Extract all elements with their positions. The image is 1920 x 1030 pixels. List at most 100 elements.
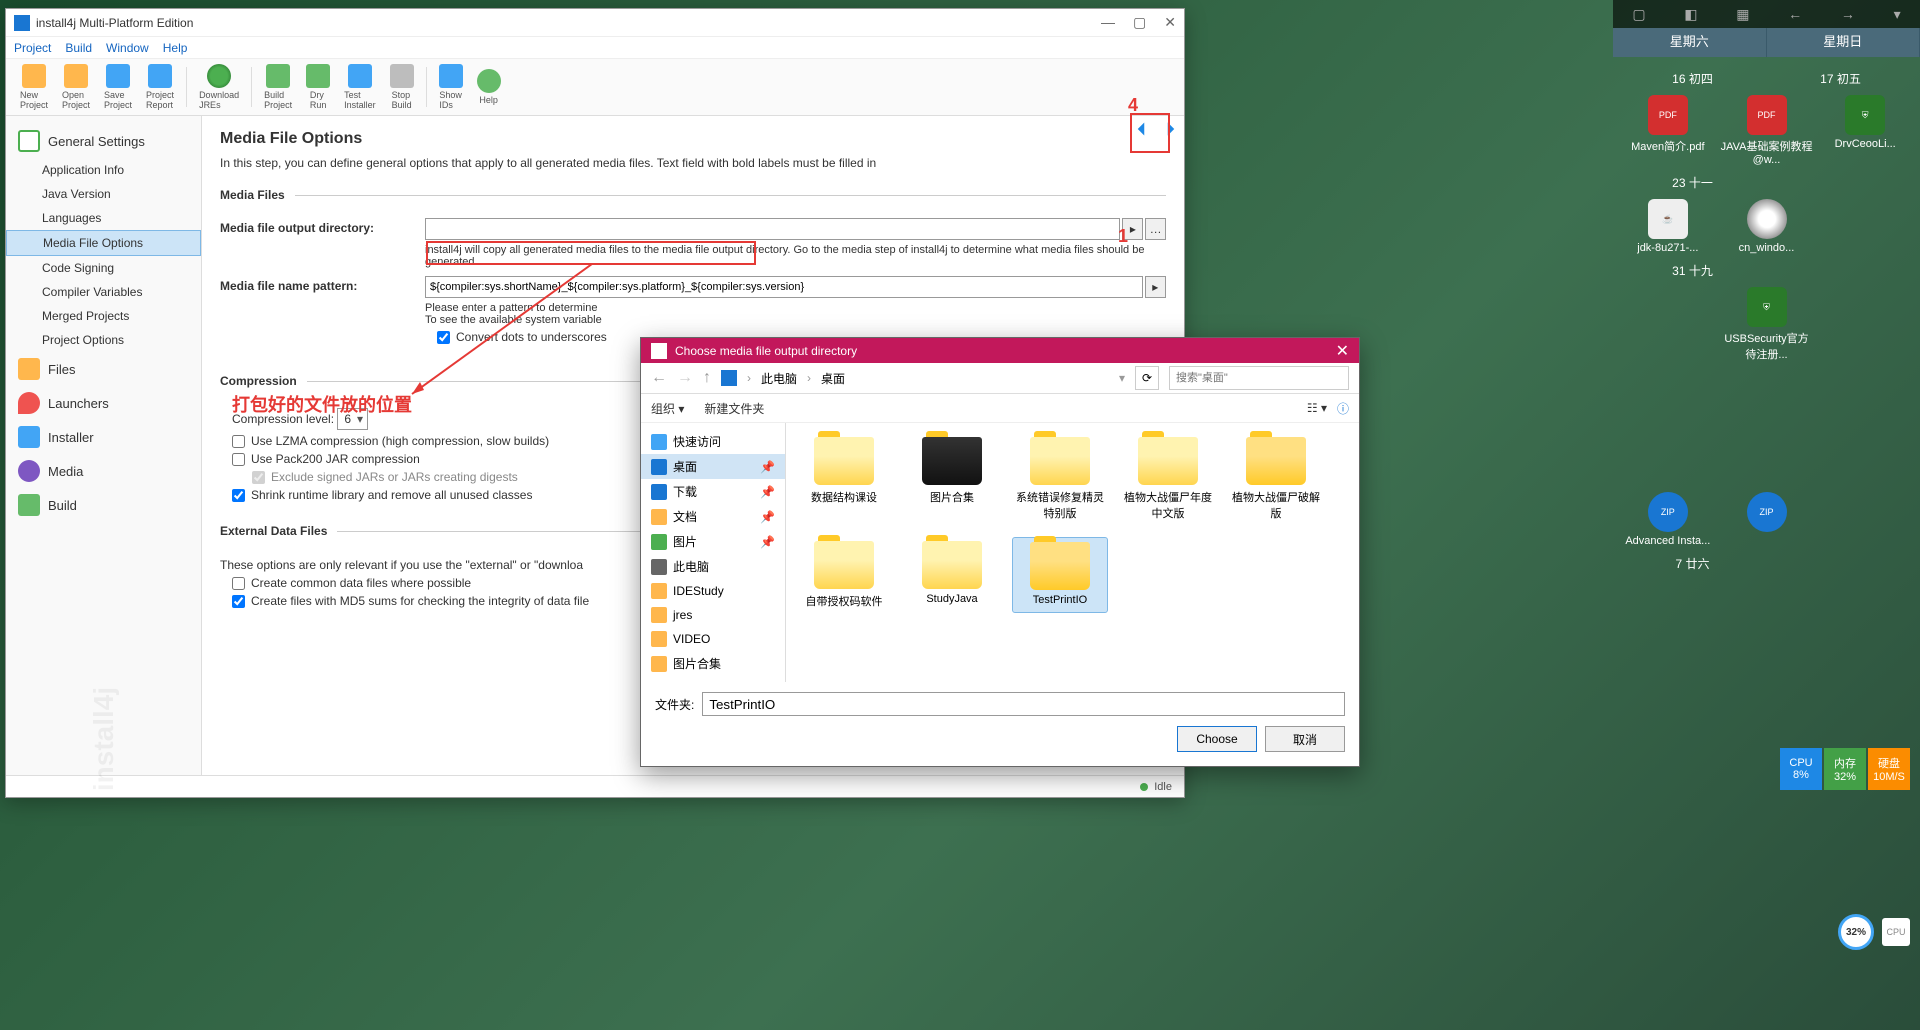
- tb-help[interactable]: Help: [471, 67, 507, 107]
- folder-item-selected[interactable]: TestPrintIO: [1012, 537, 1108, 613]
- chk-pack200[interactable]: [232, 453, 245, 466]
- maximize-button[interactable]: ▢: [1133, 14, 1146, 31]
- chk-shrink[interactable]: [232, 489, 245, 502]
- refresh-button[interactable]: ⟳: [1135, 366, 1159, 390]
- sb-jres[interactable]: jres: [641, 603, 785, 627]
- sidebar-item-languages[interactable]: Languages: [6, 206, 201, 230]
- taskbar-tray: ▢ ◧ ▦ ← → ▾: [1613, 0, 1920, 28]
- calendar-date: [1769, 171, 1912, 194]
- sidebar-section-launchers[interactable]: Launchers: [6, 386, 201, 420]
- sidebar-item-project-options[interactable]: Project Options: [6, 328, 201, 352]
- sidebar-section-build[interactable]: Build: [6, 488, 201, 522]
- sidebar-item-application-info[interactable]: Application Info: [6, 158, 201, 182]
- variables-button[interactable]: ▸: [1122, 218, 1143, 240]
- tb-download-jres[interactable]: Download JREs: [193, 62, 245, 112]
- view-options-button[interactable]: ☷ ▾: [1307, 401, 1327, 415]
- tray-icon[interactable]: ▢: [1632, 6, 1645, 23]
- page-title: Media File Options: [220, 130, 1166, 148]
- folder-item[interactable]: StudyJava: [904, 537, 1000, 613]
- desktop-icon-usbsecurity[interactable]: ⛨USBSecurity官方待注册...: [1720, 287, 1814, 362]
- tray-back-icon[interactable]: ←: [1788, 6, 1802, 22]
- input-output-dir[interactable]: [425, 218, 1120, 240]
- menu-project[interactable]: Project: [14, 41, 51, 55]
- next-step-button[interactable]: [1158, 116, 1184, 142]
- sidebar-item-merged-projects[interactable]: Merged Projects: [6, 304, 201, 328]
- search-input[interactable]: [1169, 366, 1349, 390]
- choose-button[interactable]: Choose: [1177, 726, 1257, 752]
- sb-images[interactable]: 图片合集: [641, 651, 785, 676]
- folder-name-input[interactable]: [702, 692, 1345, 716]
- menu-build[interactable]: Build: [65, 41, 92, 55]
- tb-stop-build[interactable]: Stop Build: [384, 62, 420, 112]
- desktop-icon-java-pdf[interactable]: PDFJAVA基础案例教程@w...: [1720, 95, 1814, 166]
- tb-test-installer[interactable]: Test Installer: [338, 62, 382, 112]
- help-button[interactable]: ⓘ: [1337, 400, 1349, 417]
- prev-step-button[interactable]: [1128, 116, 1154, 142]
- sb-thispc[interactable]: 此电脑: [641, 554, 785, 579]
- minimize-button[interactable]: —: [1101, 14, 1115, 31]
- tb-open-project[interactable]: Open Project: [56, 62, 96, 112]
- tb-project-report[interactable]: Project Report: [140, 62, 180, 112]
- chk-md5[interactable]: [232, 595, 245, 608]
- desktop-icon-drvceoo[interactable]: ⛨DrvCeooLi...: [1818, 95, 1912, 166]
- new-folder-button[interactable]: 新建文件夹: [704, 400, 764, 417]
- sidebar-section-installer[interactable]: Installer: [6, 420, 201, 454]
- desktop-icon-zip1[interactable]: ZIPAdvanced Insta...: [1621, 492, 1715, 547]
- nav-back-button[interactable]: ←: [651, 369, 667, 387]
- sb-desktop[interactable]: 桌面📌: [641, 454, 785, 479]
- sb-video[interactable]: VIDEO: [641, 627, 785, 651]
- folder-item[interactable]: 植物大战僵尸年度中文版: [1120, 433, 1216, 525]
- tb-show-ids[interactable]: Show IDs: [433, 62, 469, 112]
- sb-downloads[interactable]: 下载📌: [641, 479, 785, 504]
- menu-window[interactable]: Window: [106, 41, 149, 55]
- status-text: Idle: [1154, 781, 1172, 793]
- desktop-icon-zip2[interactable]: ZIP: [1720, 492, 1814, 547]
- sb-idestudy[interactable]: IDEStudy: [641, 579, 785, 603]
- folder-item[interactable]: 自带授权码软件: [796, 537, 892, 613]
- nav-up-button[interactable]: ↑: [703, 369, 711, 387]
- folder-item[interactable]: 系统错误修复精灵特别版: [1012, 433, 1108, 525]
- quick-access[interactable]: 快速访问: [641, 429, 785, 454]
- desktop-icon-jdk[interactable]: ☕jdk-8u271-...: [1621, 199, 1715, 254]
- organize-menu[interactable]: 组织 ▾: [651, 400, 684, 417]
- tray-icon[interactable]: ◧: [1684, 6, 1697, 23]
- compression-level-select[interactable]: 6: [337, 408, 368, 430]
- dialog-close-button[interactable]: ✕: [1336, 341, 1349, 361]
- menu-help[interactable]: Help: [163, 41, 188, 55]
- sb-documents[interactable]: 文档📌: [641, 504, 785, 529]
- tb-new-project[interactable]: New Project: [14, 62, 54, 112]
- browse-output-dir-button[interactable]: …: [1145, 218, 1166, 240]
- tray-icon[interactable]: ▾: [1894, 6, 1901, 23]
- sidebar-section-media[interactable]: Media: [6, 454, 201, 488]
- folder-item[interactable]: 数据结构课设: [796, 433, 892, 525]
- label-output-dir: Media file output directory:: [220, 218, 425, 235]
- sidebar-section-files[interactable]: Files: [6, 352, 201, 386]
- variables-button-2[interactable]: ▸: [1145, 276, 1166, 298]
- cancel-button[interactable]: 取消: [1265, 726, 1345, 752]
- sidebar-item-compiler-variables[interactable]: Compiler Variables: [6, 280, 201, 304]
- tray-icon[interactable]: ▦: [1736, 6, 1749, 23]
- breadcrumb-desktop[interactable]: 桌面: [821, 370, 845, 387]
- close-button[interactable]: ✕: [1164, 14, 1176, 31]
- chk-convert-dots[interactable]: [437, 331, 450, 344]
- window-title: install4j Multi-Platform Edition: [36, 16, 193, 30]
- tb-dry-run[interactable]: Dry Run: [300, 62, 336, 112]
- desktop-icon-maven-pdf[interactable]: PDFMaven简介.pdf: [1621, 95, 1715, 166]
- sidebar-item-code-signing[interactable]: Code Signing: [6, 256, 201, 280]
- tb-save-project[interactable]: Save Project: [98, 62, 138, 112]
- chk-lzma[interactable]: [232, 435, 245, 448]
- sb-pictures[interactable]: 图片📌: [641, 529, 785, 554]
- input-name-pattern[interactable]: [425, 276, 1143, 298]
- breadcrumb-pc[interactable]: 此电脑: [761, 370, 797, 387]
- tray-forward-icon[interactable]: →: [1841, 6, 1855, 22]
- page-description: In this step, you can define general opt…: [220, 156, 1166, 170]
- sidebar-item-media-file-options[interactable]: Media File Options: [6, 230, 201, 256]
- desktop-icon-windows-iso[interactable]: cn_windo...: [1720, 199, 1814, 254]
- sidebar-item-java-version[interactable]: Java Version: [6, 182, 201, 206]
- sidebar-section-general[interactable]: General Settings: [6, 124, 201, 158]
- app-icon: [14, 15, 30, 31]
- chk-common-data[interactable]: [232, 577, 245, 590]
- tb-build-project[interactable]: Build Project: [258, 62, 298, 112]
- folder-item[interactable]: 图片合集: [904, 433, 1000, 525]
- folder-item[interactable]: 植物大战僵尸破解版: [1228, 433, 1324, 525]
